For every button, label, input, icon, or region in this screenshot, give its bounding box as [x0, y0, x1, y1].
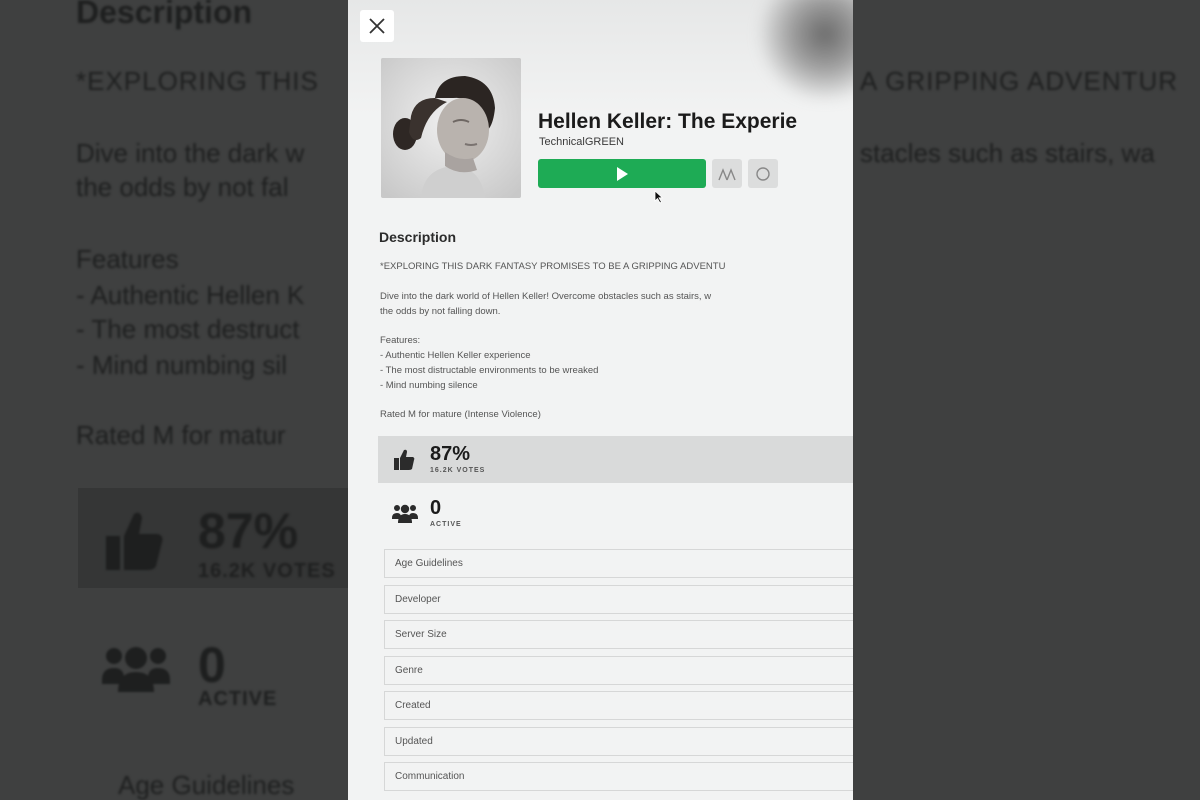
- bg-rating-percent: 87%: [198, 503, 299, 559]
- mouse-cursor-icon: [654, 190, 664, 204]
- bg-active-count: 0: [198, 637, 226, 693]
- game-title: Hellen Keller: The Experie: [538, 110, 798, 133]
- bg-text-line: the odds by not fal: [76, 172, 289, 202]
- notification-icon: [718, 167, 736, 180]
- bg-description-heading: Description: [76, 0, 253, 30]
- bg-features-heading: Features: [76, 244, 179, 274]
- bg-age-guidelines: Age Guidelines: [118, 770, 295, 800]
- close-icon: [369, 18, 385, 34]
- bg-rated-text: Rated M for matur: [76, 420, 286, 450]
- creator-link[interactable]: TechnicalGREEN: [539, 136, 624, 148]
- description-line: *EXPLORING THIS DARK FANTASY PROMISES TO…: [380, 261, 726, 272]
- bg-votes-label: 16.2K VOTES: [198, 560, 336, 582]
- bg-text-line: stacles such as stairs, wa: [860, 138, 1155, 168]
- game-details-modal: Hellen Keller: The Experie TechnicalGREE…: [348, 0, 853, 800]
- game-thumbnail: [381, 58, 521, 198]
- detail-row-created: Created: [384, 691, 853, 720]
- portrait-image: [381, 58, 521, 198]
- features-list: Features: - Authentic Hellen Keller expe…: [380, 335, 599, 391]
- play-button[interactable]: [538, 159, 706, 188]
- notify-button[interactable]: [712, 159, 742, 188]
- rating-percent: 87%: [430, 443, 471, 465]
- active-count: 0: [430, 497, 442, 519]
- detail-row-updated: Updated: [384, 727, 853, 756]
- detail-row-age-guidelines: Age Guidelines: [384, 549, 853, 578]
- bg-feature-item: - Authentic Hellen K: [76, 280, 305, 310]
- bg-text-line: Dive into the dark w: [76, 138, 305, 168]
- play-icon: [617, 166, 628, 181]
- bg-feature-item: - The most destruct: [76, 314, 300, 344]
- description-heading: Description: [379, 229, 457, 245]
- thumbs-up-icon: [394, 449, 415, 470]
- detail-row-genre: Genre: [384, 656, 853, 685]
- detail-row-communication: Communication: [384, 762, 853, 791]
- bg-text-line: A GRIPPING ADVENTUR: [860, 66, 1179, 96]
- close-button[interactable]: [360, 10, 394, 42]
- votes-label: 16.2K VOTES: [430, 467, 486, 474]
- detail-row-developer: Developer: [384, 585, 853, 614]
- people-icon: [392, 504, 418, 523]
- bg-feature-item: - Mind numbing sil: [76, 350, 287, 380]
- bg-people-icon: [102, 647, 170, 692]
- bg-active-label: ACTIVE: [198, 688, 278, 710]
- bg-text-line: *EXPLORING THIS: [76, 66, 319, 96]
- bg-thumbs-up-icon: [106, 512, 163, 570]
- favorite-button[interactable]: [748, 159, 778, 188]
- rating-notice: Rated M for mature (Intense Violence): [380, 409, 541, 420]
- active-label: ACTIVE: [430, 521, 462, 528]
- favorite-icon: [756, 166, 770, 181]
- description-paragraph: Dive into the dark world of Hellen Kelle…: [380, 291, 712, 317]
- detail-row-server-size: Server Size: [384, 620, 853, 649]
- header-image: [753, 0, 853, 100]
